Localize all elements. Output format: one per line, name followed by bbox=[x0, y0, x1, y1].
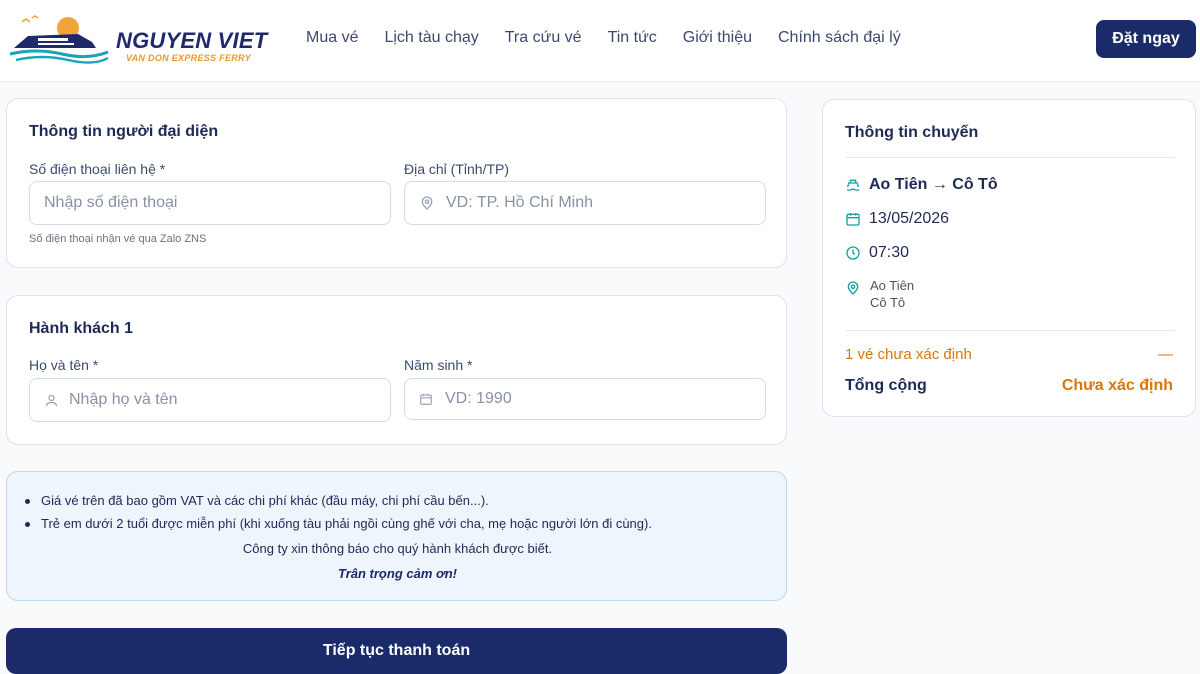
notice-announcement: Công ty xin thông báo cho quý hành khách… bbox=[242, 541, 553, 556]
nav-news[interactable]: Tin tức bbox=[608, 29, 657, 47]
trip-to: Cô Tô bbox=[870, 295, 906, 310]
representative-title: Thông tin người đại diện bbox=[29, 123, 219, 140]
calendar-icon bbox=[846, 213, 860, 226]
representative-card: Thông tin người đại diện Số điện thoại l… bbox=[6, 98, 787, 268]
notice-box: Giá vé trên đã bao gồm VAT và các chi ph… bbox=[6, 471, 787, 601]
ferry-logo-icon bbox=[9, 15, 109, 64]
name-placeholder: Nhập họ và tên bbox=[69, 391, 178, 408]
total-value: Chưa xác định bbox=[1061, 377, 1173, 394]
ticket-line: 1 vé chưa xác định bbox=[845, 346, 972, 363]
user-icon bbox=[45, 394, 58, 406]
nav-buy-ticket[interactable]: Mua vé bbox=[306, 29, 358, 47]
trip-date-row: 13/05/2026 bbox=[845, 210, 949, 228]
main-nav: Mua vé Lịch tàu chạy Tra cứu vé Tin tức … bbox=[306, 29, 927, 47]
birth-year-placeholder: VD: 1990 bbox=[445, 390, 512, 407]
phone-placeholder: Nhập số điện thoại bbox=[44, 194, 178, 211]
phone-input[interactable]: Nhập số điện thoại bbox=[29, 181, 391, 225]
map-pin-icon bbox=[421, 196, 433, 210]
passenger-card: Hành khách 1 Họ và tên * Nhập họ và tên … bbox=[6, 295, 787, 445]
clock-icon bbox=[846, 246, 860, 260]
calendar-icon bbox=[420, 393, 432, 405]
ship-icon bbox=[846, 179, 860, 191]
name-input[interactable]: Nhập họ và tên bbox=[29, 378, 391, 422]
brand-logo[interactable]: NGUYEN VIET VAN DON EXPRESS FERRY bbox=[8, 12, 268, 68]
birth-year-label: Năm sinh * bbox=[404, 357, 473, 373]
trip-route-row: Ao Tiên → Cô Tô bbox=[845, 176, 998, 194]
nav-schedule[interactable]: Lịch tàu chạy bbox=[384, 29, 478, 47]
address-placeholder: VD: TP. Hồ Chí Minh bbox=[446, 194, 594, 211]
nav-agent-policy[interactable]: Chính sách đại lý bbox=[778, 29, 901, 47]
trip-time: 07:30 bbox=[869, 244, 910, 261]
birth-year-input[interactable]: VD: 1990 bbox=[404, 378, 766, 420]
brand-name: NGUYEN VIET bbox=[116, 28, 268, 53]
address-label: Địa chỉ (Tỉnh/TP) bbox=[404, 161, 510, 177]
total-label: Tổng cộng bbox=[845, 377, 927, 394]
address-input[interactable]: VD: TP. Hồ Chí Minh bbox=[404, 181, 766, 225]
brand-tagline: VAN DON EXPRESS FERRY bbox=[126, 53, 251, 63]
name-label: Họ và tên * bbox=[29, 357, 99, 373]
ticket-price: — bbox=[1158, 346, 1173, 363]
phone-hint: Số điện thoại nhận vé qua Zalo ZNS bbox=[29, 233, 207, 245]
divider bbox=[845, 330, 1174, 331]
notice-item: Giá vé trên đã bao gồm VAT và các chi ph… bbox=[25, 493, 489, 508]
continue-payment-button[interactable]: Tiếp tục thanh toán bbox=[6, 628, 787, 674]
trip-date: 13/05/2026 bbox=[869, 210, 950, 227]
trip-info-card: Thông tin chuyến Ao Tiên → Cô Tô 13/05/2… bbox=[822, 99, 1196, 417]
notice-thanks: Trân trọng cảm ơn! bbox=[338, 566, 457, 581]
notice-item: Trẻ em dưới 2 tuổi được miễn phí (khi xu… bbox=[25, 516, 652, 531]
book-now-button[interactable]: Đặt ngay bbox=[1096, 20, 1196, 58]
nav-about[interactable]: Giới thiệu bbox=[683, 29, 752, 47]
map-pin-icon bbox=[847, 281, 859, 295]
site-header: NGUYEN VIET VAN DON EXPRESS FERRY Mua vé… bbox=[0, 0, 1200, 82]
passenger-title: Hành khách 1 bbox=[29, 320, 134, 337]
divider bbox=[845, 157, 1174, 158]
nav-ticket-lookup[interactable]: Tra cứu vé bbox=[505, 29, 582, 47]
trip-info-title: Thông tin chuyến bbox=[845, 124, 979, 141]
trip-time-row: 07:30 bbox=[845, 244, 909, 262]
trip-route: Ao Tiên → Cô Tô bbox=[869, 176, 998, 193]
phone-label: Số điện thoại liên hệ * bbox=[29, 161, 166, 177]
trip-from: Ao Tiên bbox=[870, 278, 915, 293]
